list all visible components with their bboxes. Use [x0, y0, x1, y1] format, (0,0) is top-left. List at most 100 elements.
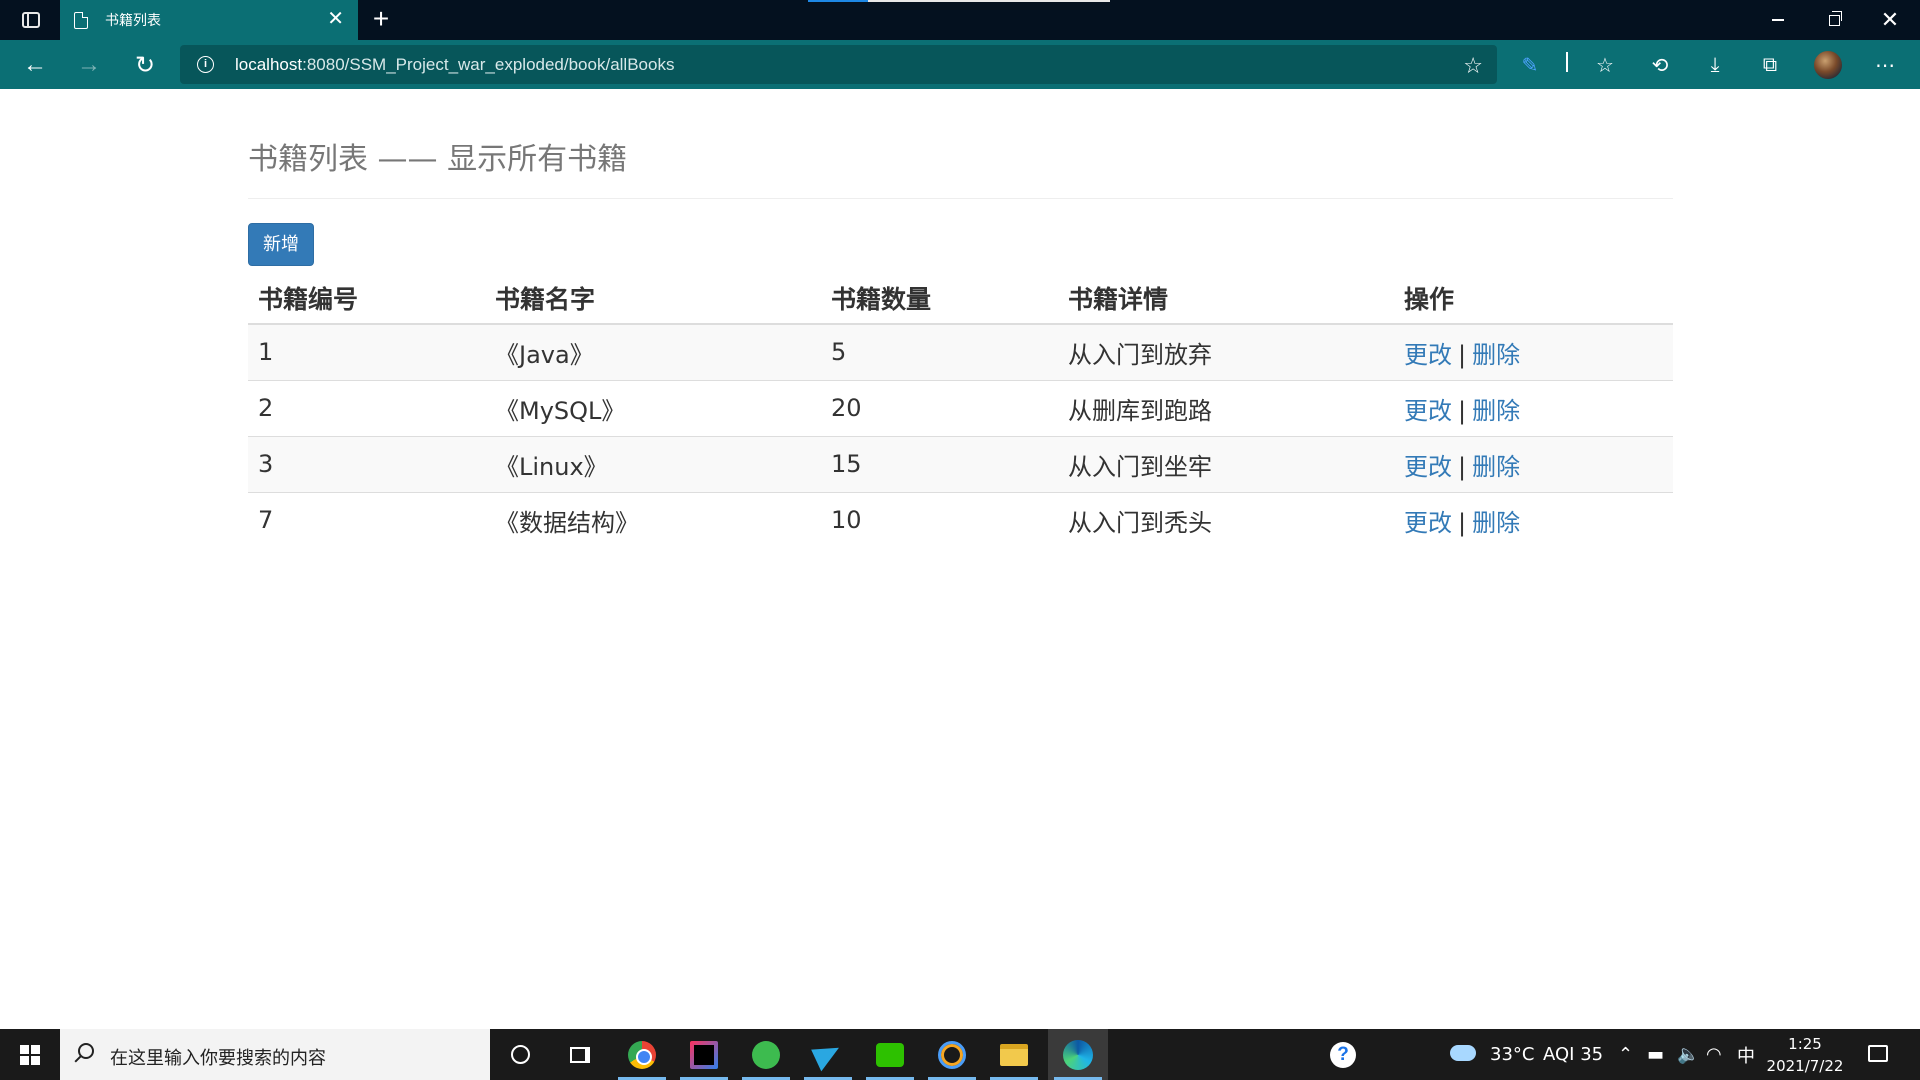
book-name: 《数据结构》 [485, 491, 821, 548]
table-row: 7 《数据结构》 10 从入门到秃头 更改 | 删除 [248, 491, 1673, 548]
content-container: 书籍列表 —— 显示所有书籍 新增 书籍编号 书籍名字 书籍数量 书籍详情 操作… [248, 89, 1673, 548]
page-icon [74, 11, 88, 29]
taskbar-app-intellij[interactable] [674, 1029, 734, 1080]
cortana-icon [510, 1045, 530, 1064]
table-row: 2 《MySQL》 20 从删库到跑路 更改 | 删除 [248, 379, 1673, 436]
search-icon [78, 1043, 94, 1059]
info-icon[interactable]: i [197, 56, 214, 73]
taskbar-app-chrome[interactable] [612, 1029, 672, 1080]
delete-link[interactable]: 删除 [1472, 341, 1520, 369]
column-header: 操作 [1394, 272, 1673, 325]
refresh-button[interactable]: ↻ [128, 48, 162, 82]
row-actions: 更改 | 删除 [1394, 379, 1673, 436]
browser-titlebar: 书籍列表 ✕ + ✕ [0, 0, 1920, 40]
restore-button[interactable] [1806, 0, 1862, 40]
action-separator: | [1458, 340, 1467, 369]
search-placeholder: 在这里输入你要搜索的内容 [110, 1048, 326, 1069]
book-detail: 从删库到跑路 [1058, 379, 1394, 436]
add-book-button[interactable]: 新增 [248, 223, 314, 266]
avatar[interactable] [1813, 50, 1843, 80]
taskbar-app-explorer[interactable] [984, 1029, 1044, 1080]
clock-time: 1:25 [1788, 1035, 1822, 1053]
book-name: 《Java》 [485, 323, 821, 380]
taskbar-search[interactable]: 在这里输入你要搜索的内容 [60, 1029, 490, 1080]
delete-link[interactable]: 删除 [1472, 397, 1520, 425]
book-count: 15 [821, 435, 1058, 492]
book-id: 7 [248, 491, 485, 548]
new-tab-button[interactable]: + [366, 5, 396, 35]
start-button[interactable] [0, 1029, 60, 1080]
book-id: 2 [248, 379, 485, 436]
action-separator: | [1458, 396, 1467, 425]
wechat-icon [876, 1042, 904, 1067]
books-table: 书籍编号 书籍名字 书籍数量 书籍详情 操作 1 《Java》 5 从入门到放弃… [248, 272, 1673, 548]
wifi-icon[interactable]: ◠ [1706, 1029, 1722, 1080]
help-icon[interactable]: ? [1330, 1042, 1356, 1068]
notification-icon[interactable] [1868, 1045, 1888, 1062]
row-actions: 更改 | 删除 [1394, 491, 1673, 548]
column-header: 书籍数量 [821, 272, 1058, 325]
chrome-icon [628, 1040, 656, 1069]
windows-logo-icon [20, 1044, 40, 1065]
taskbar-app-telegram[interactable] [798, 1029, 858, 1080]
circles-app-icon [938, 1040, 966, 1069]
cortana-button[interactable] [490, 1029, 550, 1080]
page-viewport: 书籍列表 —— 显示所有书籍 新增 书籍编号 书籍名字 书籍数量 书籍详情 操作… [0, 89, 1920, 1029]
book-name: 《MySQL》 [485, 379, 821, 436]
windows-taskbar: 在这里输入你要搜索的内容 ? 33°C AQI 35 ⌃ ▬ 🔈 ◠ 中 1:2… [0, 1029, 1920, 1080]
taskbar-app-circles[interactable] [922, 1029, 982, 1080]
chevron-up-icon[interactable]: ⌃ [1618, 1029, 1633, 1080]
weather-aqi[interactable]: AQI 35 [1543, 1029, 1603, 1080]
close-window-button[interactable]: ✕ [1862, 0, 1918, 40]
browser-toolbar: ← → ↻ i localhost:8080/SSM_Project_war_e… [0, 40, 1920, 89]
taskbar-app-edge[interactable] [1048, 1029, 1108, 1080]
loading-strip [808, 0, 1110, 2]
toolbar-divider [1566, 52, 1568, 72]
close-tab-icon[interactable]: ✕ [327, 9, 344, 29]
taskbar-app-wechat[interactable] [860, 1029, 920, 1080]
edit-link[interactable]: 更改 [1404, 453, 1452, 481]
task-view-icon [570, 1046, 590, 1063]
paper-plane-icon [811, 1038, 845, 1071]
row-actions: 更改 | 删除 [1394, 323, 1673, 380]
system-clock[interactable]: 1:25 2021/7/22 [1760, 1033, 1850, 1077]
minimize-button[interactable] [1750, 0, 1806, 40]
address-bar[interactable]: i localhost:8080/SSM_Project_war_explode… [180, 45, 1497, 84]
clock-date: 2021/7/22 [1766, 1057, 1844, 1075]
battery-icon[interactable]: ▬ [1647, 1029, 1664, 1080]
tab-actions-icon[interactable] [14, 8, 48, 32]
star-plus-icon[interactable]: ☆ [1463, 53, 1483, 79]
pen-icon[interactable]: ✎ [1513, 48, 1547, 82]
taskbar-app-green[interactable] [736, 1029, 796, 1080]
delete-link[interactable]: 删除 [1472, 509, 1520, 537]
more-icon[interactable]: ⋯ [1868, 48, 1902, 82]
back-button[interactable]: ← [18, 48, 52, 82]
book-id: 1 [248, 323, 485, 380]
book-detail: 从入门到放弃 [1058, 323, 1394, 380]
weather-temp[interactable]: 33°C [1490, 1029, 1534, 1080]
url-text[interactable]: localhost:8080/SSM_Project_war_exploded/… [235, 55, 674, 75]
table-row: 3 《Linux》 15 从入门到坐牢 更改 | 删除 [248, 435, 1673, 492]
book-detail: 从入门到秃头 [1058, 491, 1394, 548]
collections-icon[interactable]: ⧉ [1753, 48, 1787, 82]
column-header: 书籍编号 [248, 272, 485, 325]
page-title: 书籍列表 —— 显示所有书籍 [248, 142, 628, 177]
cloud-icon[interactable] [1450, 1045, 1476, 1061]
folder-icon [1000, 1043, 1028, 1066]
favorites-icon[interactable]: ☆ [1588, 48, 1622, 82]
edit-link[interactable]: 更改 [1404, 509, 1452, 537]
edit-link[interactable]: 更改 [1404, 397, 1452, 425]
delete-link[interactable]: 删除 [1472, 453, 1520, 481]
volume-icon[interactable]: 🔈 [1677, 1029, 1699, 1080]
browser-tab-active[interactable]: 书籍列表 ✕ [60, 0, 358, 40]
download-icon[interactable]: ⤓ [1698, 48, 1732, 82]
edit-link[interactable]: 更改 [1404, 341, 1452, 369]
history-icon[interactable]: ⟲ [1643, 48, 1677, 82]
forward-button[interactable]: → [72, 48, 106, 82]
task-view-button[interactable] [550, 1029, 610, 1080]
row-actions: 更改 | 删除 [1394, 435, 1673, 492]
table-header-row: 书籍编号 书籍名字 书籍数量 书籍详情 操作 [248, 272, 1673, 325]
page-header: 书籍列表 —— 显示所有书籍 [248, 134, 1673, 199]
column-header: 书籍详情 [1058, 272, 1394, 325]
ime-indicator[interactable]: 中 [1737, 1029, 1755, 1080]
